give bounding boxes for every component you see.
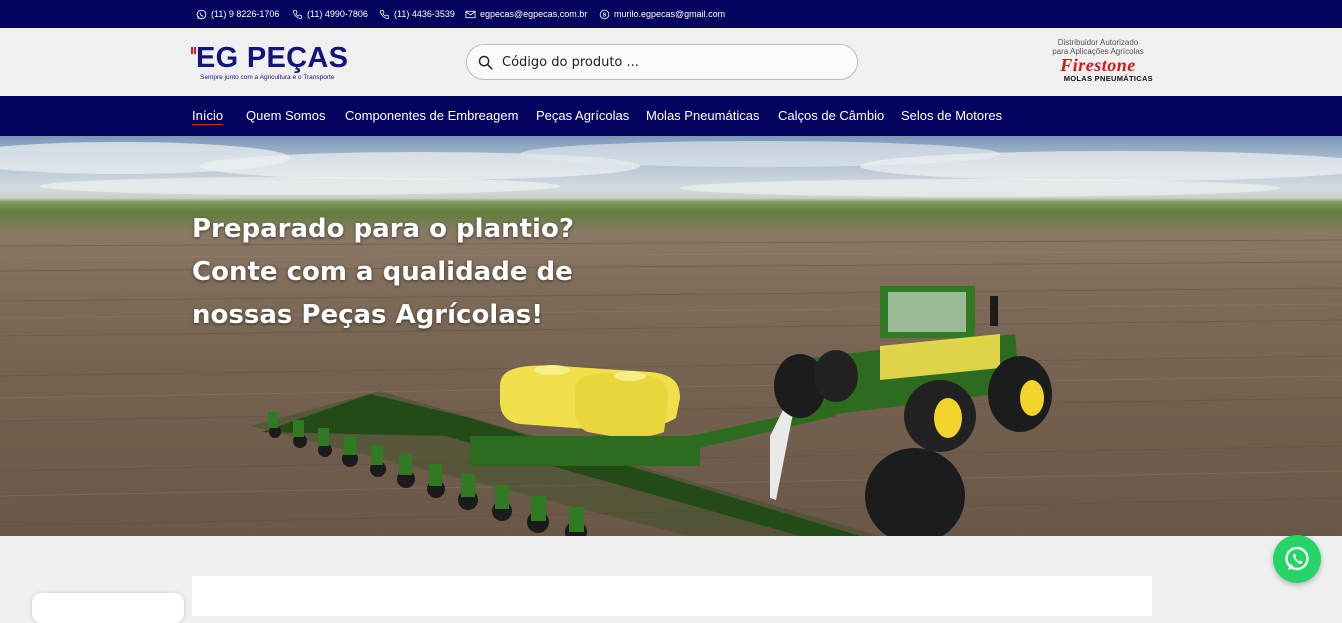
product-search[interactable] [466,44,858,80]
nav-item-componentes-embreagem[interactable]: Componentes de Embreagem [345,96,518,136]
top-contact-bar: (11) 9 8226-1706 (11) 4990-7806 (11) 443… [0,0,1342,28]
hero-headline: Preparado para o plantio? Conte com a qu… [192,208,612,337]
svg-text:S: S [603,12,607,18]
hero-line-2: Conte com a qualidade de [192,257,573,287]
contact-phone-1[interactable]: (11) 4990-7806 [292,0,368,28]
hero-banner[interactable]: Preparado para o plantio? Conte com a qu… [0,136,1342,536]
contact-phone-1-text: (11) 4990-7806 [307,9,368,19]
logo-title: EG PEÇAS [196,42,349,74]
hero-line-1: Preparado para o plantio? [192,214,574,244]
contact-email-text: egpecas@egpecas.com.br [480,9,588,19]
contact-phone-2-text: (11) 4436-3539 [394,9,455,19]
nav-item-quem-somos[interactable]: Quem Somos [246,96,325,136]
partner-line-1: Distribuidor Autorizado [1057,38,1139,47]
firestone-partner-logo[interactable]: Distribuidor Autorizado para Aplicações … [1040,38,1156,88]
phone-icon [292,9,302,19]
side-card [32,593,184,623]
main-navigation: Início Quem Somos Componentes de Embreag… [0,96,1342,136]
eg-pecas-logo[interactable]: EG PEÇAS Sempre junto com a Agricultura … [191,42,356,84]
nav-item-calcos-cambio[interactable]: Calços de Câmbio [778,96,884,136]
contact-phone-2[interactable]: (11) 4436-3539 [379,0,455,28]
email-icon [465,10,476,18]
logo-tagline: Sempre junto com a Agricultura e o Trans… [200,74,335,81]
partner-sub: MOLAS PNEUMÁTICAS [1063,74,1153,83]
contact-email[interactable]: egpecas@egpecas.com.br [465,0,587,28]
contact-skype-text: murilo.egpecas@gmail.com [614,9,726,19]
content-card [192,576,1152,616]
nav-item-selos-motores[interactable]: Selos de Motores [901,96,1002,136]
hero-line-3: nossas Peças Agrícolas! [192,300,544,330]
site-header: EG PEÇAS Sempre junto com a Agricultura … [0,28,1342,96]
skype-icon: S [599,9,610,19]
search-icon [478,55,493,70]
nav-item-inicio[interactable]: Início [192,96,224,136]
whatsapp-icon [1285,546,1309,571]
phone-icon [379,9,389,19]
whatsapp-button[interactable] [1273,535,1321,583]
contact-whatsapp[interactable]: (11) 9 8226-1706 [196,0,279,28]
whatsapp-icon [196,9,207,19]
contact-whatsapp-text: (11) 9 8226-1706 [211,9,280,19]
nav-item-pecas-agricolas[interactable]: Peças Agrícolas [536,96,629,136]
nav-item-molas-pneumaticas[interactable]: Molas Pneumáticas [646,96,759,136]
partner-brand: Firestone [1060,55,1136,75]
contact-skype[interactable]: S murilo.egpecas@gmail.com [599,0,725,28]
search-input[interactable] [502,50,842,74]
